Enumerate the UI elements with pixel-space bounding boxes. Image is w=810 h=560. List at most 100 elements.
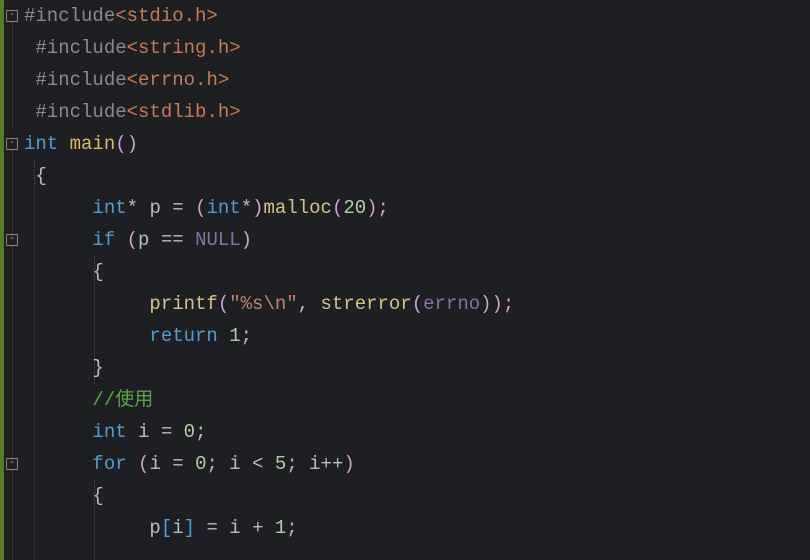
op-token: + — [241, 517, 275, 539]
paren-token: ( — [127, 453, 150, 475]
fold-toggle-icon[interactable]: - — [6, 458, 18, 470]
fold-gutter: - - - - — [0, 0, 20, 560]
fold-guide-line — [12, 22, 13, 128]
fold-toggle-icon[interactable]: - — [6, 234, 18, 246]
preprocessor-token: #include — [35, 37, 126, 59]
number-token: 5 — [275, 453, 286, 475]
code-line[interactable]: { — [24, 160, 810, 192]
paren-token: ) — [252, 197, 263, 219]
string-token: "%s\n" — [229, 293, 297, 315]
call-token: printf — [149, 293, 217, 315]
preprocessor-token: #include — [24, 5, 115, 27]
code-line[interactable]: } — [24, 352, 810, 384]
keyword-token: int — [92, 421, 126, 443]
code-line[interactable]: int i = 0; — [24, 416, 810, 448]
keyword-token: int — [206, 197, 240, 219]
macro-token: errno — [423, 293, 480, 315]
code-line[interactable]: p[i] = i + 1; — [24, 512, 810, 544]
paren-token: ( — [412, 293, 423, 315]
keyword-token: return — [149, 325, 217, 347]
op-token: < — [241, 453, 275, 475]
keyword-token: int — [24, 133, 58, 155]
op-token: ++ — [321, 453, 344, 475]
keyword-token: if — [92, 229, 115, 251]
op-token: = — [161, 197, 195, 219]
op-token: == — [149, 229, 195, 251]
header-token: <errno.h> — [127, 69, 230, 91]
identifier-token: p — [149, 197, 160, 219]
code-line[interactable]: #include<errno.h> — [24, 64, 810, 96]
paren-token: ( — [332, 197, 343, 219]
code-line[interactable]: int* p = (int*)malloc(20); — [24, 192, 810, 224]
number-token: 1 — [229, 325, 240, 347]
paren-token: ); — [366, 197, 389, 219]
op-token: = — [149, 421, 183, 443]
punct-token: ; — [206, 453, 229, 475]
fold-toggle-icon[interactable]: - — [6, 10, 18, 22]
fold-guide-line — [12, 246, 13, 458]
space — [127, 421, 138, 443]
code-line[interactable]: #include<stdlib.h> — [24, 96, 810, 128]
identifier-token: p — [138, 229, 149, 251]
op-token: * — [127, 197, 138, 219]
fold-toggle-icon[interactable]: - — [6, 138, 18, 150]
op-token: = — [161, 453, 195, 475]
number-token: 20 — [343, 197, 366, 219]
number-token: 1 — [275, 517, 286, 539]
code-line[interactable]: for (i = 0; i < 5; i++) — [24, 448, 810, 480]
paren-token: ( — [218, 293, 229, 315]
punct-token: ; — [286, 517, 297, 539]
paren-token: ( — [115, 229, 138, 251]
brace-token: { — [92, 261, 103, 283]
paren-token: ) — [241, 229, 252, 251]
number-token: 0 — [184, 421, 195, 443]
op-token: * — [241, 197, 252, 219]
identifier-token: i — [229, 453, 240, 475]
code-editor[interactable]: - - - - #include<stdio.h> #include<strin… — [0, 0, 810, 560]
identifier-token: i — [309, 453, 320, 475]
code-line[interactable]: #include<stdio.h> — [24, 0, 810, 32]
code-line[interactable]: if (p == NULL) — [24, 224, 810, 256]
identifier-token: i — [172, 517, 183, 539]
header-token: <stdlib.h> — [127, 101, 241, 123]
identifier-token: i — [229, 517, 240, 539]
identifier-token: i — [138, 421, 149, 443]
punct-token: ; — [286, 453, 309, 475]
brace-token: { — [92, 485, 103, 507]
punct-token: ; — [195, 421, 206, 443]
punct-token: ; — [241, 325, 252, 347]
bracket-token: ] — [184, 517, 195, 539]
code-line[interactable]: { — [24, 256, 810, 288]
code-line[interactable]: { — [24, 480, 810, 512]
paren-token: ) — [480, 293, 491, 315]
comment-token: //使用 — [92, 389, 153, 411]
code-line[interactable]: #include<string.h> — [24, 32, 810, 64]
brace-token: } — [92, 357, 103, 379]
code-line[interactable]: printf("%s\n", strerror(errno)); — [24, 288, 810, 320]
brace-token: { — [35, 165, 46, 187]
identifier-token: i — [149, 453, 160, 475]
macro-token: NULL — [195, 229, 241, 251]
identifier-token: p — [149, 517, 160, 539]
function-name-token: main — [70, 133, 116, 155]
code-line[interactable]: int main() — [24, 128, 810, 160]
call-token: malloc — [264, 197, 332, 219]
punct-token: , — [298, 293, 321, 315]
op-token: = — [195, 517, 229, 539]
call-token: strerror — [320, 293, 411, 315]
code-line[interactable]: //使用 — [24, 384, 810, 416]
preprocessor-token: #include — [35, 69, 126, 91]
code-area[interactable]: #include<stdio.h> #include<string.h> #in… — [20, 0, 810, 560]
preprocessor-token: #include — [35, 101, 126, 123]
bracket-token: [ — [161, 517, 172, 539]
number-token: 0 — [195, 453, 206, 475]
keyword-token: int — [92, 197, 126, 219]
header-token: <string.h> — [127, 37, 241, 59]
fold-guide-line — [12, 150, 13, 234]
space — [218, 325, 229, 347]
code-line[interactable]: return 1; — [24, 320, 810, 352]
paren-token: ( — [195, 197, 206, 219]
keyword-token: for — [92, 453, 126, 475]
paren-token: ) — [343, 453, 354, 475]
paren-token: () — [115, 133, 138, 155]
